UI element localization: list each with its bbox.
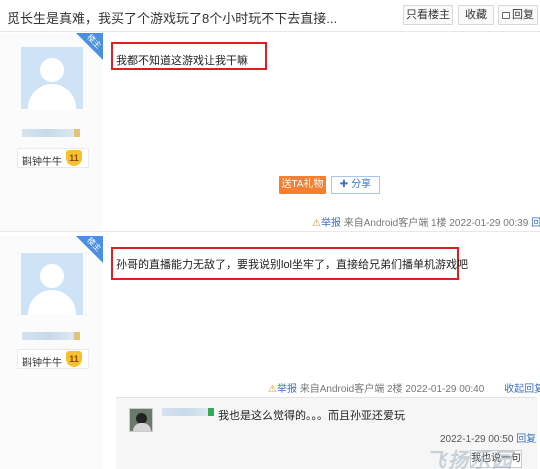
collapse-replies-link[interactable]: 收起回复 [504,384,540,395]
site-watermark: 飞扬乐园 [426,450,514,469]
warning-icon: ⚠ [312,218,321,229]
post-meta: ⚠举报 来自Android客户端 1楼 2022-01-29 00:39 回复 [312,214,540,229]
share-button[interactable]: ✚ 分享 [331,176,380,194]
post-content: 我都不知道这游戏让我干嘛 [116,55,248,67]
send-gift-button[interactable]: 送TA礼物 [279,176,326,194]
floor-number: 2楼 [387,384,403,395]
level-name: 斟钟牛牛 [22,358,62,369]
reply-text: 我也是这么觉得的。。。而且孙亚还爱玩 [218,410,405,422]
author-badge [74,332,80,340]
op-ribbon: 楼主 [76,33,103,60]
warning-icon: ⚠ [268,384,277,395]
avatar[interactable] [21,253,83,315]
share-label: 分享 [351,179,372,190]
post-meta: ⚠举报 来自Android客户端 2楼 2022-01-29 00:40 收起回… [268,380,540,395]
thread-header: 觅长生是真难，我买了个游戏玩了8个小时玩不下去直接... 只看楼主 收藏 回复 [0,0,540,32]
post-time: 2022-01-29 00:39 [449,218,529,229]
post-floor-2: 斟钟牛牛 11 楼主 孙哥的直播能力无敌了，要我说别lol坐牢了，直接给兄弟们播… [0,236,540,469]
post-floor-1: 斟钟牛牛 11 楼主 我都不知道这游戏让我干嘛 送TA礼物 ✚ 分享 ⚠举报 来自… [0,33,540,232]
favorite-button[interactable]: 收藏 [458,5,494,25]
comment-icon [502,12,510,19]
reply-meta: 2022-1-29 00:50 回复 [440,430,536,445]
source-text: 来自Android客户端 [343,218,429,229]
post-time: 2022-01-29 00:40 [405,384,485,395]
reply-link[interactable]: 回复 [531,218,540,229]
author-badge [74,129,80,137]
level-badge[interactable]: 斟钟牛牛 11 [17,148,89,168]
report-link[interactable]: 举报 [277,384,297,395]
plus-icon: ✚ [339,179,349,190]
avatar[interactable] [21,47,83,109]
source-text: 来自Android客户端 [299,384,385,395]
author-name-blurred [22,129,74,137]
author-name-blurred [22,332,74,340]
reply-author-blurred [162,408,208,416]
author-sidebar: 斟钟牛牛 11 楼主 [0,33,103,231]
author-sidebar: 斟钟牛牛 11 楼主 [0,236,103,469]
level-badge[interactable]: 斟钟牛牛 11 [17,349,89,369]
reply-button[interactable]: 回复 [498,5,538,25]
level-name: 斟钟牛牛 [22,157,62,168]
report-link[interactable]: 举报 [321,218,341,229]
reply-author-badge [208,408,214,416]
reply-button-label: 回复 [512,9,534,21]
only-op-button[interactable]: 只看楼主 [403,5,453,25]
op-ribbon: 楼主 [76,236,103,263]
thread-title: 觅长生是真难，我买了个游戏玩了8个小时玩不下去直接... [7,11,338,26]
floor-number: 1楼 [431,218,447,229]
level-number: 11 [66,351,82,367]
level-number: 11 [66,150,82,166]
post-content: 孙哥的直播能力无敌了，要我说别lol坐牢了，直接给兄弟们播单机游戏吧 [116,259,469,271]
reply-avatar[interactable] [129,408,153,432]
